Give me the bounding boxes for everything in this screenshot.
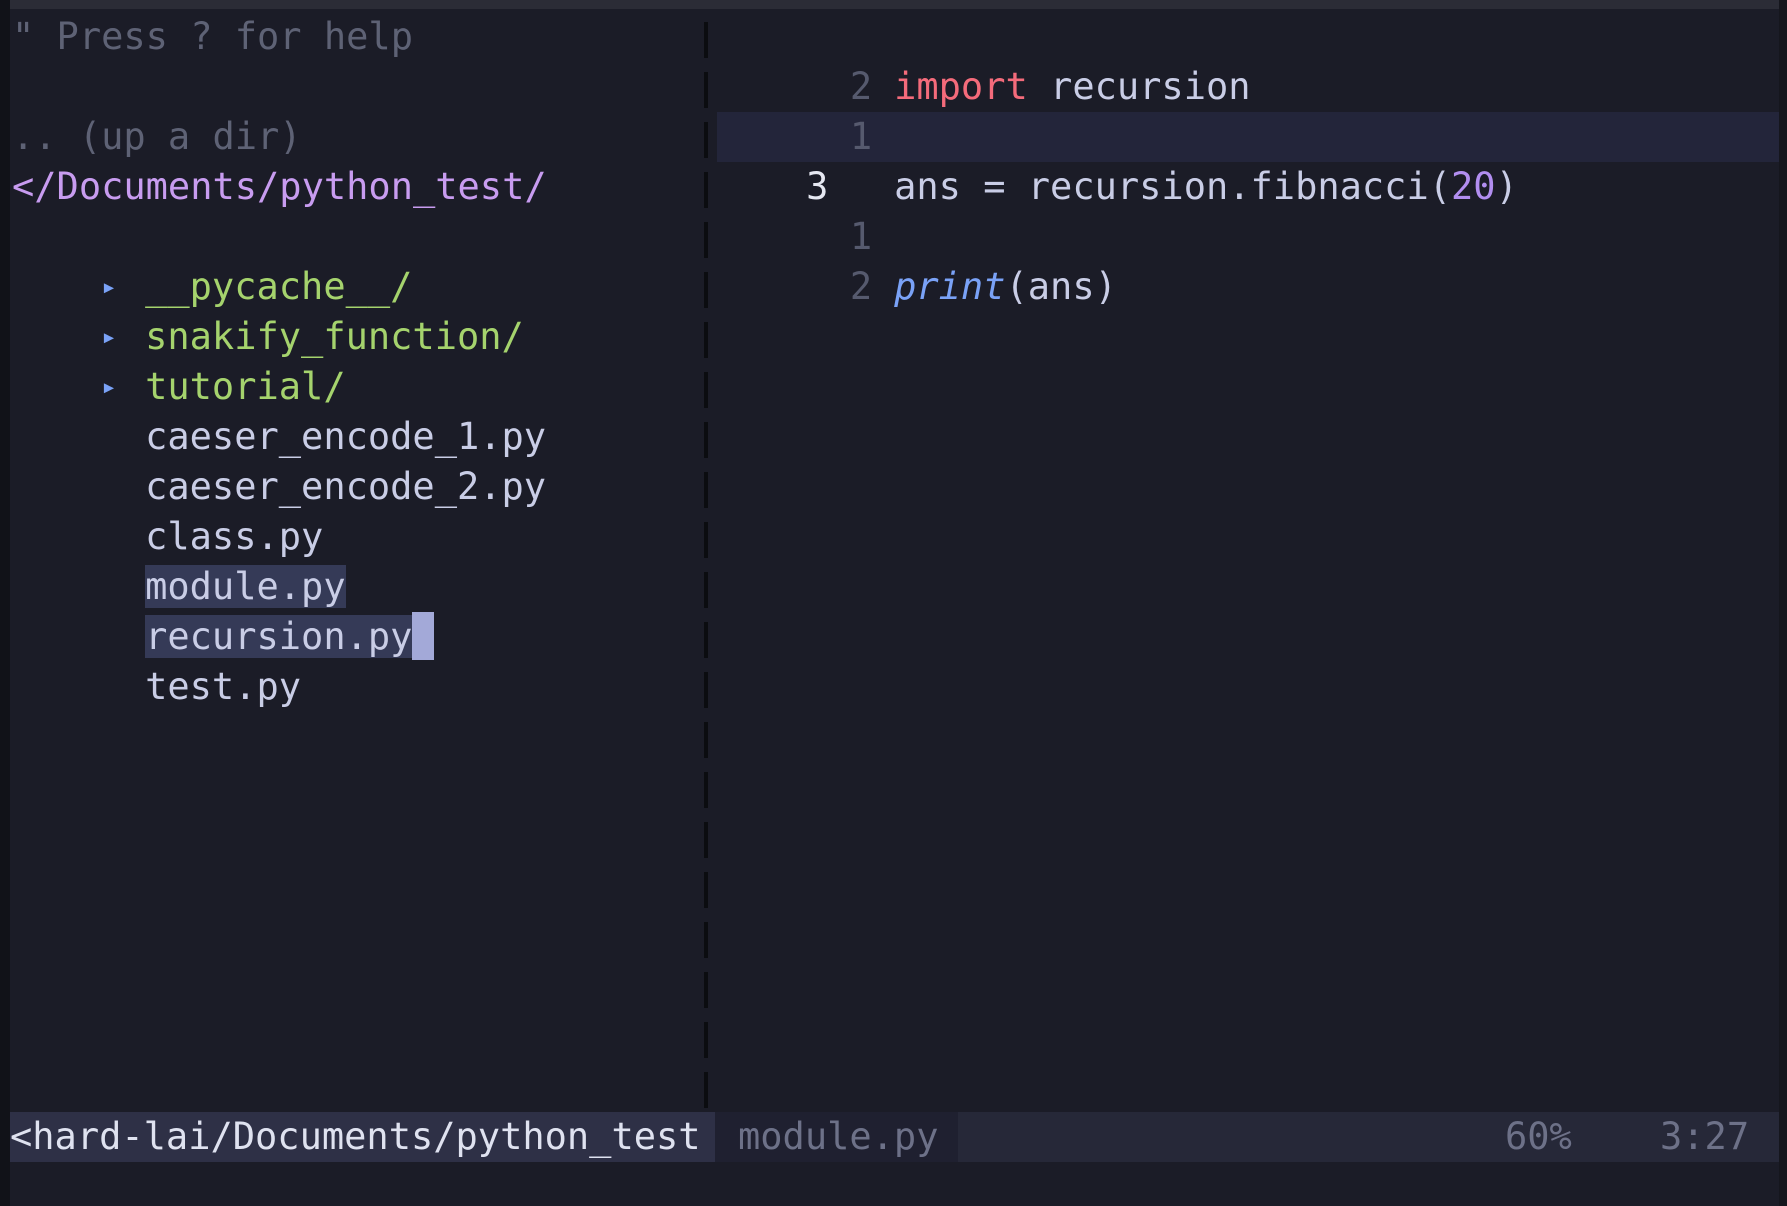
tree-current-dir[interactable]: </Documents/python_test/ [12,162,547,212]
code-line[interactable]: 1 [717,162,872,258]
code-line-current[interactable]: 3 ans = recursion.fibnacci(20) [717,112,1518,208]
number-token: 20 [1451,165,1496,208]
tree-file-item[interactable]: caeser_encode_1.py [12,362,546,458]
tree-dir-item[interactable]: ▸ __pycache__/ [12,212,412,308]
tree-dir-item[interactable]: ▸ tutorial/ [12,312,345,408]
window-left-edge [0,0,10,1206]
status-filename: module.py [715,1112,958,1162]
tree-help-hint: " Press ? for help [12,15,413,58]
code-line[interactable]: 1 [717,62,872,158]
tree-dir-item[interactable]: ▸ snakify_function/ [12,262,524,358]
code-token: recursion [1027,65,1251,108]
keyword-token: import [894,65,1028,108]
code-token: ) [1495,165,1518,208]
tree-file-item-cursor[interactable]: recursion.py [12,562,435,660]
tree-file-label: test.py [145,665,302,708]
window-top-bar [0,0,1787,9]
tree-file-item[interactable]: test.py [12,612,301,708]
builtin-token: print [894,265,1006,308]
tree-file-item[interactable]: class.py [12,462,323,558]
code-token: (ans) [1005,265,1117,308]
window-split-divider[interactable] [704,22,708,1112]
code-line[interactable]: 2 import recursion [717,12,1251,108]
window-right-edge [1779,0,1787,1206]
tree-file-item[interactable]: caeser_encode_2.py [12,412,546,508]
status-tree-path: <hard-lai/Documents/python_test [10,1112,715,1162]
status-cursor-position: 3:27 [1660,1115,1750,1158]
code-line[interactable]: 2 print(ans) [717,212,1117,308]
tree-up-dir[interactable]: .. (up a dir) [12,112,302,162]
code-token: ans = recursion.fibnacci( [894,165,1452,208]
status-percent: 60% [1505,1115,1572,1158]
tree-file-item-selected[interactable]: module.py [12,512,346,608]
text-cursor [412,612,435,660]
line-number: 2 [849,265,873,308]
